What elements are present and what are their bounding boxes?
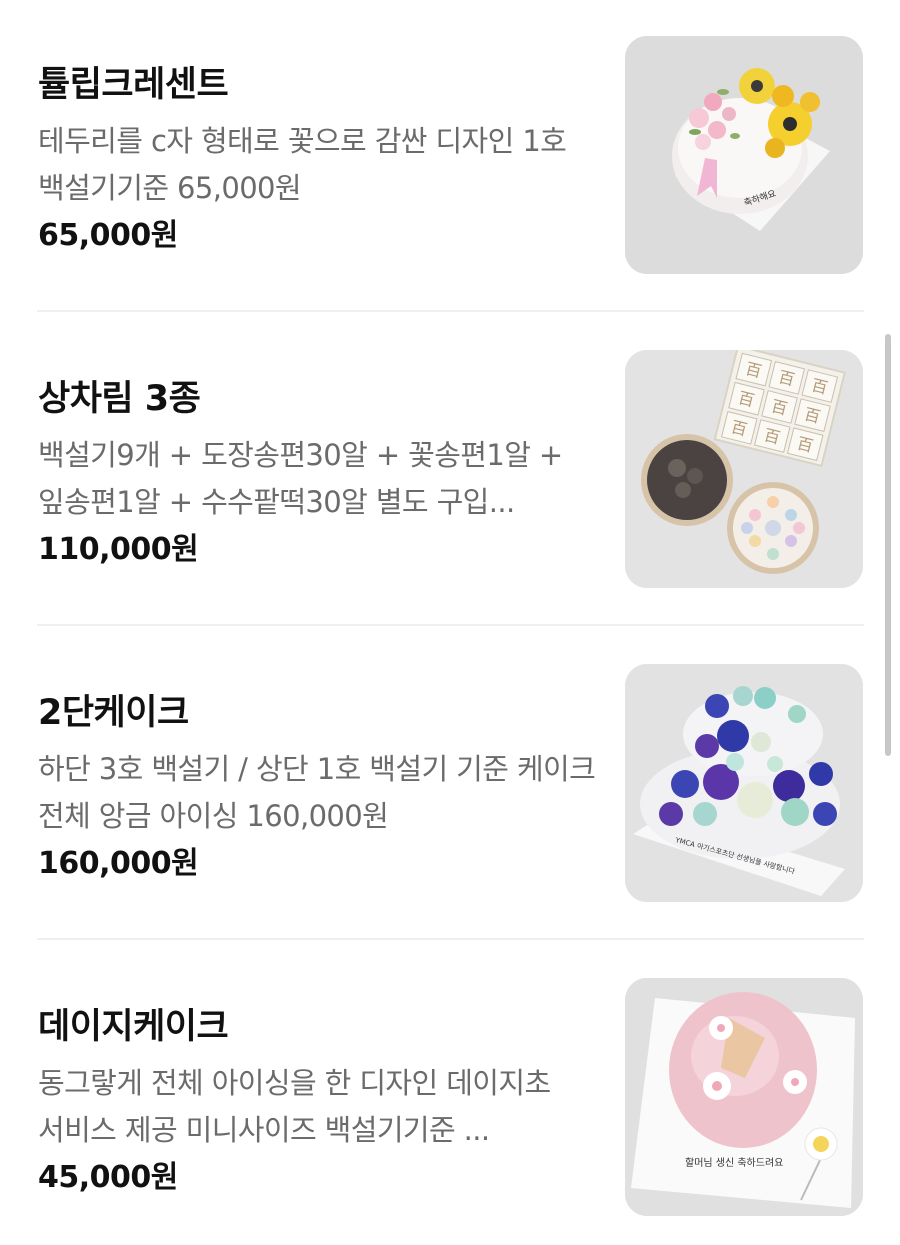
- divider: [37, 624, 864, 626]
- tulip-crescent-cake-photo: 축하해요: [625, 36, 863, 274]
- daisy-cake-photo: 할머님 생신 축하드려요: [625, 978, 863, 1216]
- menu-item-set-of-3[interactable]: 상차림 3종 백설기9개 + 도장송편30알 + 꽃송편1알 + 잎송편1알 +…: [37, 350, 864, 588]
- menu-item-image[interactable]: 할머님 생신 축하드려요: [625, 978, 863, 1216]
- cake-plate-text: 할머님 생신 축하드려요: [685, 1156, 783, 1169]
- menu-item-description: 동그랗게 전체 아이싱을 한 디자인 데이지초 서비스 제공 미니사이즈 백설기…: [38, 1066, 551, 1147]
- menu-item-name: 2단케이크: [38, 693, 189, 733]
- menu-item-two-tier-cake[interactable]: 2단케이크 하단 3호 백설기 / 상단 1호 백설기 기준 케이크 전체 앙금…: [37, 664, 864, 902]
- menu-item-image[interactable]: YMCA 아기스포츠단 선생님들 사랑합니다: [625, 664, 863, 902]
- menu-item-daisy-cake[interactable]: 데이지케이크 동그랗게 전체 아이싱을 한 디자인 데이지초 서비스 제공 미니…: [37, 978, 864, 1216]
- menu-item-price: 45,000원: [38, 1160, 178, 1195]
- menu-list: 튤립크레센트 테두리를 c자 형태로 꽃으로 감싼 디자인 1호 백설기기준 6…: [0, 0, 900, 1245]
- menu-item-price: 110,000원: [38, 532, 199, 567]
- menu-item-image[interactable]: 百 百 百 百 百 百 百 百 百: [625, 350, 863, 588]
- menu-item-name: 상차림 3종: [38, 379, 201, 419]
- menu-item-description: 하단 3호 백설기 / 상단 1호 백설기 기준 케이크 전체 앙금 아이싱 1…: [38, 752, 596, 833]
- divider: [37, 938, 864, 940]
- menu-item-image[interactable]: 축하해요: [625, 36, 863, 274]
- menu-item-name: 데이지케이크: [38, 1007, 229, 1047]
- divider: [37, 310, 864, 312]
- menu-item-price: 160,000원: [38, 846, 199, 881]
- menu-item-name: 튤립크레센트: [38, 65, 229, 105]
- menu-item-description: 백설기9개 + 도장송편30알 + 꽃송편1알 + 잎송편1알 + 수수팥떡30…: [38, 438, 563, 519]
- menu-item-description: 테두리를 c자 형태로 꽃으로 감싼 디자인 1호 백설기기준 65,000원: [38, 124, 567, 205]
- two-tier-flower-cake-photo: YMCA 아기스포츠단 선생님들 사랑합니다: [625, 664, 863, 902]
- menu-item-tulip-crescent[interactable]: 튤립크레센트 테두리를 c자 형태로 꽃으로 감싼 디자인 1호 백설기기준 6…: [37, 36, 864, 274]
- menu-item-price: 65,000원: [38, 218, 178, 253]
- scrollbar[interactable]: [885, 334, 891, 756]
- rice-cake-set-photo: 百 百 百 百 百 百 百 百 百: [625, 350, 863, 588]
